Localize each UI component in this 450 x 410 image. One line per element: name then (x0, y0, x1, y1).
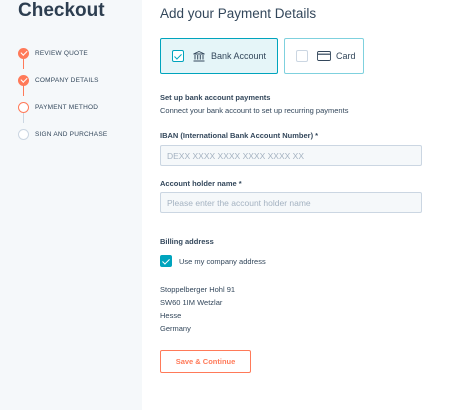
save-and-continue-button[interactable]: Save & Continue (160, 350, 251, 373)
payment-method-card[interactable]: Card (284, 38, 364, 74)
checkbox-unchecked-icon[interactable] (296, 50, 308, 62)
bank-section-description: Connect your bank account to set up recu… (160, 106, 349, 115)
bank-section-heading: Set up bank account payments (160, 93, 271, 102)
checkout-title: Checkout (18, 0, 105, 21)
account-holder-label: Account holder name * (160, 179, 242, 188)
iban-label: IBAN (International Bank Account Number)… (160, 131, 319, 140)
checkout-sidebar: Checkout REVIEW QUOTE COMPANY DETAILS PA… (0, 0, 142, 410)
step-sign-and-purchase[interactable]: SIGN AND PURCHASE (18, 128, 107, 140)
step-label: PAYMENT METHOD (35, 103, 99, 111)
step-review-quote[interactable]: REVIEW QUOTE (18, 47, 88, 59)
checkbox-checked-icon[interactable] (160, 255, 172, 267)
step-label: REVIEW QUOTE (35, 49, 88, 57)
step-pending-icon (18, 128, 29, 140)
address-line: Stoppelberger Hohl 91 (160, 285, 236, 294)
checkbox-checked-icon[interactable] (172, 50, 184, 62)
step-done-check-icon (18, 47, 29, 59)
step-done-check-icon (18, 74, 29, 86)
payment-method-label: Bank Account (211, 51, 267, 61)
payment-method-bank-account[interactable]: Bank Account (160, 38, 278, 74)
address-line: SW60 1IM Wetzlar (160, 298, 223, 307)
step-company-details[interactable]: COMPANY DETAILS (18, 74, 99, 86)
address-line: Germany (160, 324, 191, 333)
use-company-address-option[interactable]: Use my company address (160, 255, 266, 267)
bank-icon (192, 50, 206, 62)
iban-input[interactable] (160, 145, 422, 166)
step-current-icon (18, 101, 29, 113)
use-company-address-label: Use my company address (179, 256, 266, 266)
billing-address-label: Billing address (160, 237, 214, 246)
step-label: COMPANY DETAILS (35, 76, 99, 84)
billing-address-block: Stoppelberger Hohl 91 SW60 1IM Wetzlar H… (160, 283, 235, 335)
page-title: Add your Payment Details (160, 6, 317, 21)
payment-method-label: Card (336, 51, 356, 61)
account-holder-input[interactable] (160, 192, 422, 213)
address-line: Hesse (160, 311, 182, 320)
step-label: SIGN AND PURCHASE (35, 130, 108, 138)
step-payment-method[interactable]: PAYMENT METHOD (18, 101, 98, 113)
credit-card-icon (316, 50, 331, 62)
